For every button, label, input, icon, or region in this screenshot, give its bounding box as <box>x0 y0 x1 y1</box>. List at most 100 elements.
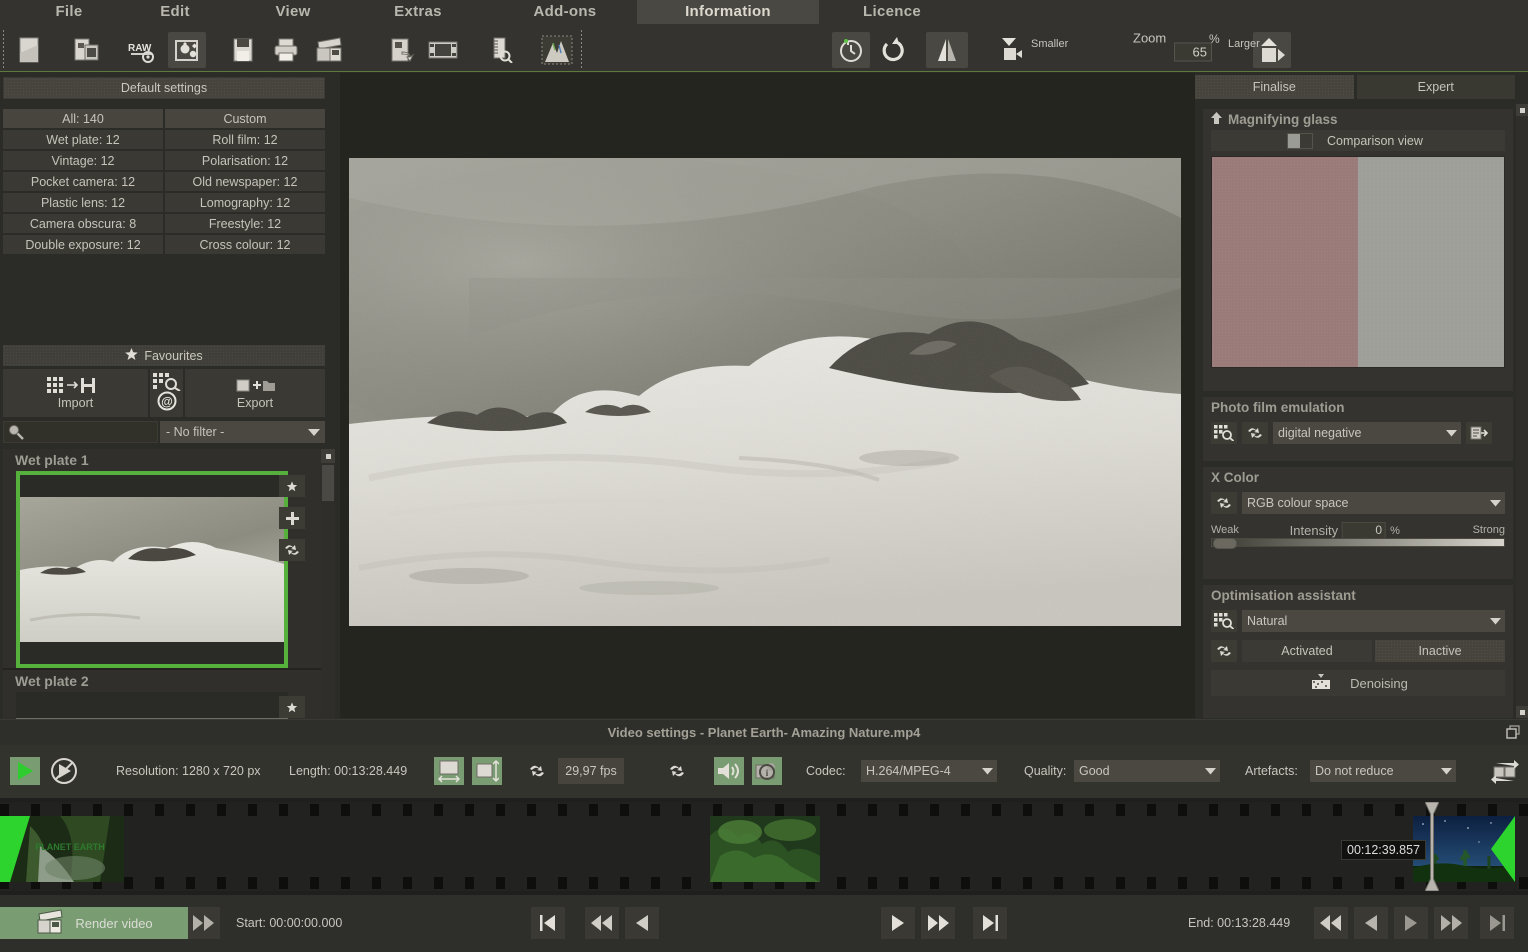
category-pocket-camera[interactable]: Pocket camera: 12 <box>3 172 163 191</box>
export-image-icon[interactable] <box>383 32 421 68</box>
menu-information[interactable]: Information <box>637 0 819 24</box>
browse-optimisation-icon[interactable] <box>1211 610 1237 632</box>
favourite-star-button[interactable] <box>279 696 305 718</box>
category-wet-plate[interactable]: Wet plate: 12 <box>3 130 163 149</box>
magnifying-glass-header[interactable]: Magnifying glass <box>1203 109 1513 130</box>
revert-history-icon[interactable] <box>832 32 870 68</box>
render-video-button[interactable]: Render video <box>0 907 188 939</box>
end-jump-end-button[interactable] <box>1480 907 1514 939</box>
film-emulation-select[interactable]: digital negative <box>1273 422 1461 444</box>
clip-jump-start-button[interactable] <box>531 907 565 939</box>
chevron-down-icon[interactable] <box>977 761 997 781</box>
category-roll-film[interactable]: Roll film: 12 <box>165 130 325 149</box>
filmstrip[interactable]: PLANET EARTH 00:12:39.857 <box>0 801 1528 892</box>
add-preset-button[interactable] <box>279 507 305 529</box>
zoom-value-field[interactable]: 65 <box>1174 42 1212 62</box>
optimisation-activated-button[interactable]: Activated <box>1242 640 1372 662</box>
end-rewind-fast-button[interactable] <box>1314 907 1348 939</box>
play-filtered-button[interactable] <box>48 757 80 785</box>
tab-expert[interactable]: Expert <box>1356 75 1515 99</box>
denoising-row[interactable]: Denoising <box>1211 670 1505 696</box>
category-custom[interactable]: Custom <box>165 109 325 128</box>
optimisation-inactive-button[interactable]: Inactive <box>1375 640 1505 662</box>
timeline-playhead[interactable] <box>1424 801 1440 892</box>
end-play-button[interactable] <box>1394 907 1428 939</box>
end-rewind-step-button[interactable] <box>1354 907 1388 939</box>
category-vintage[interactable]: Vintage: 12 <box>3 151 163 170</box>
chevron-down-icon[interactable] <box>1436 761 1456 781</box>
chevron-down-icon[interactable] <box>1485 493 1505 513</box>
collapse-arrow-icon[interactable] <box>1211 112 1222 127</box>
clip-jump-end-button[interactable] <box>973 907 1007 939</box>
reset-audio-icon[interactable] <box>662 757 692 785</box>
audio-volume-button[interactable] <box>714 757 744 785</box>
favourite-star-button[interactable] <box>279 475 305 497</box>
scroll-down-button[interactable] <box>1516 706 1528 718</box>
chevron-down-icon[interactable] <box>1441 423 1461 443</box>
preset-thumbnail-image[interactable] <box>16 471 288 668</box>
clip-rewind-step-button[interactable] <box>625 907 659 939</box>
artefacts-select[interactable]: Do not reduce <box>1310 760 1456 782</box>
intensity-slider-track[interactable] <box>1211 538 1505 549</box>
print-icon[interactable] <box>267 32 305 68</box>
category-all[interactable]: All: 140 <box>3 109 163 128</box>
end-forward-fast-button[interactable] <box>1434 907 1468 939</box>
batch-convert-button[interactable] <box>1488 757 1522 785</box>
menu-file[interactable]: File <box>14 0 124 24</box>
compare-split-icon[interactable] <box>926 32 968 68</box>
codec-select[interactable]: H.264/MPEG-4 <box>861 760 997 782</box>
category-freestyle[interactable]: Freestyle: 12 <box>165 214 325 233</box>
menu-extras[interactable]: Extras <box>363 0 473 24</box>
width-fit-button[interactable] <box>434 757 464 785</box>
clip-play-button[interactable] <box>881 907 915 939</box>
window-restore-icon[interactable] <box>1506 725 1520 742</box>
image-preview-area[interactable] <box>340 73 1195 718</box>
colour-space-select[interactable]: RGB colour space <box>1242 492 1505 514</box>
timeline-thumbnail[interactable]: PLANET EARTH <box>0 816 124 882</box>
intensity-slider-knob[interactable] <box>1213 538 1237 549</box>
duplicate-document-icon[interactable] <box>68 32 106 68</box>
scroll-up-button[interactable] <box>321 449 335 463</box>
raw-settings-icon[interactable]: RAW <box>123 32 161 68</box>
import-button[interactable]: Import <box>3 369 148 417</box>
search-presets-button[interactable]: @ <box>150 369 183 417</box>
batch-export-icon[interactable] <box>310 32 348 68</box>
fps-field[interactable]: 29,97 fps <box>558 758 624 784</box>
menu-view[interactable]: View <box>238 0 348 24</box>
scrollbar-thumb[interactable] <box>322 465 334 501</box>
comparison-preview[interactable] <box>1211 156 1505 368</box>
menu-licence[interactable]: Licence <box>832 0 952 24</box>
export-button[interactable]: Export <box>185 369 325 417</box>
measure-icon[interactable] <box>482 32 520 68</box>
category-double-exposure[interactable]: Double exposure: 12 <box>3 235 163 254</box>
chevron-down-icon[interactable] <box>1485 611 1505 631</box>
reset-optimisation-icon[interactable] <box>1211 640 1237 662</box>
search-input[interactable] <box>3 421 158 443</box>
menu-addons[interactable]: Add-ons <box>500 0 630 24</box>
clip-rewind-fast-button[interactable] <box>585 907 619 939</box>
favourites-button[interactable]: Favourites <box>3 345 325 366</box>
quality-select[interactable]: Good <box>1074 760 1220 782</box>
optimisation-select[interactable]: Natural <box>1242 610 1505 632</box>
forward-fast-button[interactable] <box>186 907 220 939</box>
histogram-icon[interactable] <box>538 32 576 68</box>
category-lomography[interactable]: Lomography: 12 <box>165 193 325 212</box>
filmstrip-icon[interactable] <box>424 32 462 68</box>
default-settings-button[interactable]: Default settings <box>3 77 325 99</box>
preview-image[interactable] <box>349 158 1181 626</box>
reset-colour-space-icon[interactable] <box>1211 492 1237 514</box>
list-item[interactable]: Wet plate 1 <box>3 449 321 670</box>
tab-finalise[interactable]: Finalise <box>1195 75 1354 99</box>
category-cross-colour[interactable]: Cross colour: 12 <box>165 235 325 254</box>
reset-fps-icon[interactable] <box>522 757 552 785</box>
menu-edit[interactable]: Edit <box>120 0 230 24</box>
video-info-button[interactable]: i <box>752 757 782 785</box>
category-plastic-lens[interactable]: Plastic lens: 12 <box>3 193 163 212</box>
reset-preset-button[interactable] <box>279 539 305 561</box>
right-panel-scrollbar[interactable] <box>1516 104 1528 718</box>
video-timeline[interactable]: PLANET EARTH 00:12:39.857 <box>0 798 1528 895</box>
height-fit-button[interactable] <box>472 757 502 785</box>
save-icon[interactable] <box>224 32 262 68</box>
clip-forward-fast-button[interactable] <box>921 907 955 939</box>
category-polarisation[interactable]: Polarisation: 12 <box>165 151 325 170</box>
